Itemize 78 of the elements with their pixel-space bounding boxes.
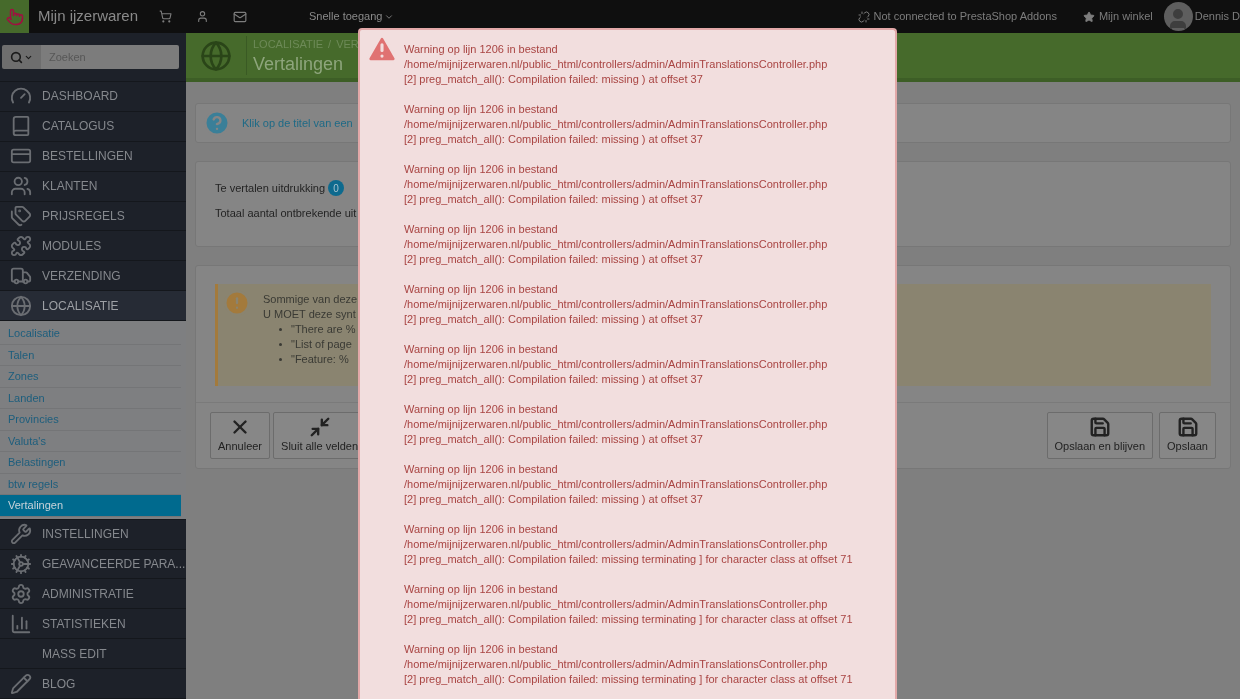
page-title: Vertalingen (253, 52, 345, 75)
error-heading: Warning op lijn 1206 in bestand (404, 162, 559, 177)
quick-access-menu[interactable]: Snelle toegang (309, 8, 395, 25)
error-message: [2] preg_match_all(): Compilation failed: missing ) at offset 37 (404, 72, 704, 87)
hand-pointer-icon (5, 7, 24, 26)
error-path: /home/mijnijzerwaren.nl/public_html/controllers/admin/AdminTranslationsController.php (404, 357, 829, 372)
toolbar-button[interactable]: Opslaan en blijven (1046, 412, 1153, 459)
error-path: /home/mijnijzerwaren.nl/public_html/controllers/admin/AdminTranslationsController.php (404, 57, 829, 72)
error-heading: Warning op lijn 1206 in bestand (404, 522, 559, 537)
user-icon[interactable] (196, 10, 210, 23)
collapse-icon (308, 416, 331, 439)
error-heading: Warning op lijn 1206 in bestand (404, 402, 559, 417)
tag-icon (10, 205, 32, 227)
bar-chart-icon (10, 612, 32, 635)
error-path: /home/mijnijzerwaren.nl/public_html/controllers/admin/AdminTranslationsController.php (404, 177, 829, 192)
avatar[interactable] (1163, 2, 1193, 31)
error-message: [2] preg_match_all(): Compilation failed: missing ) at offset 37 (404, 192, 704, 207)
error-path: /home/mijnijzerwaren.nl/public_html/controllers/admin/AdminTranslationsController.php (404, 537, 829, 552)
save-icon (1088, 416, 1111, 439)
error-path: /home/mijnijzerwaren.nl/public_html/controllers/admin/AdminTranslationsController.php (404, 477, 829, 492)
submenu-item[interactable]: Vertalingen (0, 495, 181, 517)
error-heading: Warning op lijn 1206 in bestand (404, 222, 559, 237)
error-message: [2] preg_match_all(): Compilation failed: missing terminating ] for character class at offset 71 (404, 612, 853, 627)
error-message: [2] preg_match_all(): Compilation failed: missing ) at offset 37 (404, 312, 704, 327)
error-heading: Warning op lijn 1206 in bestand (404, 462, 559, 477)
save-icon (1176, 416, 1199, 439)
error-path: /home/mijnijzerwaren.nl/public_html/controllers/admin/AdminTranslationsController.php (404, 597, 829, 612)
error-path: /home/mijnijzerwaren.nl/public_html/controllers/admin/AdminTranslationsController.php (404, 657, 829, 672)
error-message: [2] preg_match_all(): Compilation failed: missing ) at offset 37 (404, 252, 704, 267)
help-icon (203, 109, 231, 137)
sidebar-item[interactable]: LOCALISATIE (0, 291, 186, 322)
book-icon (10, 115, 32, 138)
users-icon (10, 175, 32, 198)
error-message: [2] preg_match_all(): Compilation failed: missing terminating ] for character class at offset 71 (404, 552, 853, 567)
notice-text: Sommige van deze (263, 292, 358, 307)
cart-icon[interactable] (159, 10, 173, 23)
error-message: [2] preg_match_all(): Compilation failed: missing ) at offset 37 (404, 132, 704, 147)
mail-icon[interactable] (233, 9, 248, 24)
exclamation-icon (223, 289, 251, 317)
gears-icon (10, 552, 32, 575)
breadcrumb-separator: / (328, 37, 332, 53)
error-heading: Warning op lijn 1206 in bestand (404, 582, 559, 597)
globe-icon (10, 294, 32, 317)
notice-item: "There are % (291, 322, 356, 337)
user-name[interactable]: Dennis D (1194, 8, 1240, 25)
stat-label: Totaal aantal ontbrekende uit (215, 205, 357, 221)
shop-name[interactable]: Mijn ijzerwaren (38, 5, 139, 28)
error-message: [2] preg_match_all(): Compilation failed: missing ) at offset 37 (404, 372, 704, 387)
error-path: /home/mijnijzerwaren.nl/public_html/controllers/admin/AdminTranslationsController.php (404, 417, 829, 432)
error-heading: Warning op lijn 1206 in bestand (404, 342, 559, 357)
addons-status[interactable]: Not connected to PrestaShop Addons (873, 8, 1057, 25)
error-heading: Warning op lijn 1206 in bestand (404, 42, 559, 57)
my-shop-link[interactable]: Mijn winkel (1098, 8, 1153, 25)
error-path: /home/mijnijzerwaren.nl/public_html/controllers/admin/AdminTranslationsController.php (404, 117, 829, 132)
star-icon (1082, 10, 1095, 23)
stat-label: Te vertalen uitdrukking (215, 181, 326, 196)
notice-item: "List of page (291, 337, 352, 352)
pencil-icon (10, 672, 32, 695)
error-heading: Warning op lijn 1206 in bestand (404, 282, 559, 297)
puzzle-icon (10, 234, 32, 257)
error-heading: Warning op lijn 1206 in bestand (404, 102, 559, 117)
toolbar-button[interactable]: Opslaan (1159, 412, 1216, 459)
gear-icon (10, 582, 32, 605)
count-badge: 0 (328, 180, 345, 197)
error-path: /home/mijnijzerwaren.nl/public_html/controllers/admin/AdminTranslationsController.php (404, 297, 829, 312)
notice-text: U MOET deze synt (263, 307, 357, 322)
globe-icon (200, 39, 232, 72)
error-heading: Warning op lijn 1206 in bestand (404, 642, 559, 657)
search-dropdown-button[interactable] (2, 45, 41, 69)
error-path: /home/mijnijzerwaren.nl/public_html/controllers/admin/AdminTranslationsController.php (404, 237, 829, 252)
toolbar-button[interactable]: Annuleer (210, 412, 271, 459)
search-icon (10, 50, 23, 64)
notice-item: "Feature: % (291, 352, 349, 367)
error-message: [2] preg_match_all(): Compilation failed: missing terminating ] for character class at offset 71 (404, 672, 853, 687)
unlink-icon (858, 10, 871, 23)
error-message: [2] preg_match_all(): Compilation failed: missing ) at offset 37 (404, 432, 704, 447)
wrench-icon (10, 523, 32, 546)
error-message: [2] preg_match_all(): Compilation failed: missing ) at offset 37 (404, 492, 704, 507)
